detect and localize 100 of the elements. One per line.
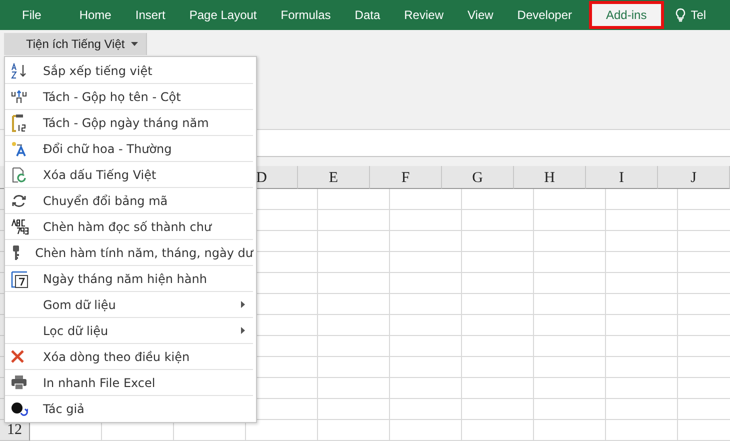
sheet-cell[interactable] — [534, 399, 606, 420]
ribbon-tab[interactable]: View — [456, 0, 506, 30]
sheet-cell[interactable] — [318, 420, 390, 441]
sheet-cell[interactable] — [606, 357, 678, 378]
menu-item[interactable]: Tác giả — [5, 396, 253, 421]
sheet-cell[interactable] — [462, 210, 534, 231]
sheet-cell[interactable] — [462, 315, 534, 336]
menu-item[interactable]: In nhanh File Excel — [5, 370, 253, 396]
sheet-cell[interactable] — [606, 378, 678, 399]
sheet-cell[interactable] — [318, 189, 390, 210]
sheet-cell[interactable] — [318, 294, 390, 315]
sheet-cell[interactable] — [318, 252, 390, 273]
sheet-cell[interactable] — [390, 273, 462, 294]
sheet-cell[interactable] — [390, 315, 462, 336]
key-icon — [11, 244, 21, 260]
sheet-cell[interactable] — [390, 231, 462, 252]
sheet-cell[interactable] — [534, 189, 606, 210]
sheet-cell[interactable] — [390, 336, 462, 357]
sheet-cell[interactable] — [390, 294, 462, 315]
lightbulb-icon — [674, 8, 686, 22]
menu-item[interactable]: Tách - Gộp ngày tháng năm — [5, 110, 253, 136]
sheet-cell[interactable] — [318, 399, 390, 420]
ribbon-tab[interactable]: File — [10, 0, 54, 30]
sheet-cell[interactable] — [462, 273, 534, 294]
menu-item[interactable]: Tách - Gộp họ tên - Cột — [5, 84, 253, 110]
sheet-cell[interactable] — [606, 273, 678, 294]
sheet-cell[interactable] — [606, 210, 678, 231]
menu-item[interactable]: Gom dữ liệu — [5, 292, 253, 318]
sheet-cell[interactable] — [390, 189, 462, 210]
sheet-cell[interactable] — [390, 357, 462, 378]
menu-item[interactable]: Xóa dấu Tiếng Việt — [5, 162, 253, 188]
sheet-cell[interactable] — [534, 357, 606, 378]
ribbon-tab[interactable]: Developer — [505, 0, 584, 30]
sheet-cell[interactable] — [462, 378, 534, 399]
column-header[interactable]: H — [514, 166, 586, 189]
ribbon-tab[interactable]: Insert — [123, 0, 178, 30]
person-arrow-icon — [11, 401, 28, 416]
sheet-cell[interactable] — [534, 378, 606, 399]
sheet-cell[interactable] — [534, 252, 606, 273]
sheet-cell[interactable] — [390, 210, 462, 231]
ribbon-tab[interactable]: Review — [392, 0, 456, 30]
sheet-cell[interactable] — [534, 294, 606, 315]
menu-item[interactable]: Xóa dòng theo điều kiện — [5, 344, 253, 370]
sheet-cell[interactable] — [462, 357, 534, 378]
sheet-cell[interactable] — [606, 189, 678, 210]
sheet-cell[interactable] — [318, 231, 390, 252]
ribbon-tab[interactable]: Page Layout — [177, 0, 269, 30]
tell-me-text[interactable]: Tel — [690, 8, 706, 22]
sheet-cell[interactable] — [462, 252, 534, 273]
sheet-cell[interactable] — [462, 294, 534, 315]
sheet-cell[interactable] — [606, 315, 678, 336]
sheet-cell[interactable] — [390, 252, 462, 273]
sheet-cell[interactable] — [606, 399, 678, 420]
sheet-cell[interactable] — [390, 399, 462, 420]
sheet-cell[interactable] — [606, 336, 678, 357]
ribbon-tab[interactable]: Data — [342, 0, 392, 30]
sheet-cell[interactable] — [606, 231, 678, 252]
sheet-cell[interactable] — [318, 357, 390, 378]
sheet-cell[interactable] — [462, 189, 534, 210]
menu-item[interactable]: Chèn hàm tính năm, tháng, ngày dư — [5, 240, 253, 266]
sheet-cell[interactable] — [534, 231, 606, 252]
sheet-cell[interactable] — [534, 273, 606, 294]
sheet-cell[interactable] — [318, 378, 390, 399]
ribbon-tab[interactable]: Home — [67, 0, 124, 30]
sheet-cell[interactable] — [606, 294, 678, 315]
sheet-cell[interactable] — [318, 273, 390, 294]
menu-item[interactable]: Chèn hàm đọc số thành chư — [5, 214, 253, 240]
menu-item[interactable]: Lọc dữ liệu — [5, 318, 253, 344]
calendar-icon — [11, 270, 29, 288]
sheet-cell[interactable] — [534, 315, 606, 336]
menu-item[interactable]: Sắp xếp tiếng việt — [5, 58, 253, 84]
document-refresh-icon — [11, 166, 27, 182]
menu-item[interactable]: Chuyển đổi bảng mã — [5, 188, 253, 214]
column-header[interactable]: F — [370, 166, 442, 189]
sheet-cell[interactable] — [318, 336, 390, 357]
letters-digits-icon — [11, 218, 29, 234]
caret-icon — [130, 42, 138, 46]
sheet-cell[interactable] — [462, 336, 534, 357]
menu-item[interactable]: Ngày tháng năm hiện hành — [5, 266, 253, 292]
delete-x-icon — [11, 350, 24, 363]
ribbon-tab[interactable]: Add-ins — [592, 4, 661, 26]
sheet-cell[interactable] — [534, 420, 606, 441]
sheet-cell[interactable] — [318, 210, 390, 231]
sheet-cell[interactable] — [318, 315, 390, 336]
dropdown-button[interactable]: Tiện ích Tiếng Việt — [4, 33, 147, 55]
sheet-cell[interactable] — [390, 378, 462, 399]
sheet-cell[interactable] — [390, 420, 462, 441]
ribbon-tab[interactable]: Formulas — [268, 0, 343, 30]
sheet-cell[interactable] — [534, 210, 606, 231]
sheet-cell[interactable] — [534, 336, 606, 357]
sheet-cell[interactable] — [462, 420, 534, 441]
column-header[interactable]: I — [586, 166, 658, 189]
sheet-cell[interactable] — [462, 399, 534, 420]
column-header[interactable]: J — [658, 166, 730, 189]
sheet-cell[interactable] — [606, 420, 678, 441]
menu-item[interactable]: Đổi chữ hoa - Thường — [5, 136, 253, 162]
column-header[interactable]: E — [298, 166, 370, 189]
column-header[interactable]: G — [442, 166, 514, 189]
sheet-cell[interactable] — [606, 252, 678, 273]
sheet-cell[interactable] — [462, 231, 534, 252]
